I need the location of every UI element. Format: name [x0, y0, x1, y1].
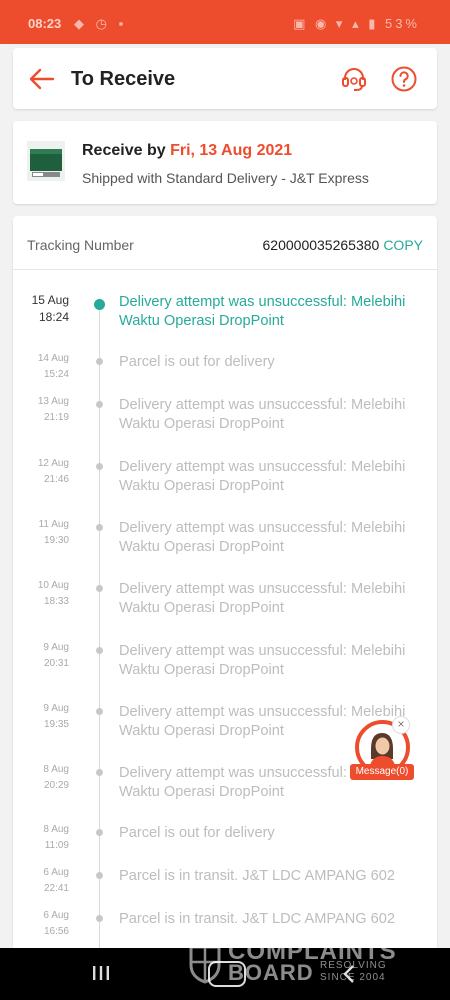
back-button[interactable] — [27, 64, 57, 94]
watermark-line2: BOARD — [228, 960, 314, 985]
event-time: 19:30 — [43, 535, 69, 546]
event-message: Parcel is in transit. J&T LDC AMPANG 602 — [119, 868, 396, 884]
event-date: 13 Aug — [37, 396, 69, 407]
headset-icon — [342, 68, 366, 91]
event-date: 9 Aug — [43, 642, 69, 653]
event-message: Parcel is out for delivery — [119, 825, 275, 841]
copy-button[interactable]: COPY — [383, 237, 423, 253]
event-message: Delivery attempt was unsuccessful: Meleb… — [119, 643, 406, 678]
timeline-line — [99, 298, 100, 958]
event-time: 20:31 — [43, 658, 69, 669]
header-bar: To Receive — [13, 48, 437, 109]
event-date: 9 Aug — [43, 703, 69, 714]
timeline-dot — [94, 299, 105, 310]
event-message: Delivery attempt was unsuccessful: Meleb… — [119, 397, 406, 432]
chat-widget[interactable]: × Message(0) — [350, 716, 420, 786]
watermark-logo: COMPLAINTS BOARD RESOLVING SINCE 2004 — [188, 938, 408, 986]
arrow-left-icon — [29, 68, 55, 90]
timeline-dot — [96, 829, 103, 836]
status-left-icons: ◆ ◷ ▪ — [74, 16, 128, 31]
timeline-dot — [96, 769, 103, 776]
timeline-dot — [96, 401, 103, 408]
event-time: 15:24 — [43, 369, 69, 380]
question-circle-icon — [391, 66, 417, 92]
timeline-dot — [96, 647, 103, 654]
recent-apps-icon[interactable] — [91, 964, 111, 982]
timeline-dot — [96, 708, 103, 715]
help-button[interactable] — [389, 64, 419, 94]
event-time: 19:35 — [43, 719, 69, 730]
event-date: 12 Aug — [37, 458, 69, 469]
timeline-dot — [96, 463, 103, 470]
event-time: 20:29 — [43, 780, 69, 791]
event-message: Delivery attempt was unsuccessful: Meleb… — [119, 459, 406, 494]
status-bar: 08:23 ◆ ◷ ▪ ▣ ◉ ▾ ▴ ▮ 53% — [0, 0, 450, 44]
tracking-number-label: Tracking Number — [27, 237, 134, 253]
event-message: Delivery attempt was unsuccessful: Meleb… — [119, 581, 406, 616]
event-time: 21:46 — [43, 474, 69, 485]
event-date: 11 Aug — [38, 519, 69, 530]
event-time: 11:09 — [44, 840, 69, 851]
delivery-info-card: Receive by Fri, 13 Aug 2021 Shipped with… — [13, 121, 437, 204]
timeline-dot — [96, 872, 103, 879]
event-time: 21:19 — [43, 412, 69, 423]
shield-logo-icon — [189, 945, 221, 984]
customer-support-button[interactable] — [339, 64, 369, 94]
shipping-method: Shipped with Standard Delivery - J&T Exp… — [82, 170, 369, 186]
tracking-number-row: 620000035265380 COPY — [263, 237, 423, 253]
package-image — [27, 141, 65, 181]
event-time: 18:33 — [43, 596, 69, 607]
divider — [13, 269, 437, 270]
event-time: 16:56 — [43, 926, 69, 937]
timeline-dot — [96, 358, 103, 365]
watermark-line4: SINCE 2004 — [320, 972, 386, 983]
chat-close-button[interactable]: × — [392, 716, 410, 734]
tracking-number: 620000035265380 — [262, 237, 380, 253]
timeline-dot — [96, 524, 103, 531]
event-date: 10 Aug — [37, 580, 69, 591]
watermark-line3: RESOLVING — [320, 960, 387, 971]
tracking-card: Tracking Number 620000035265380 COPY 15 A… — [13, 216, 437, 958]
event-message: Parcel is out for delivery — [119, 354, 275, 370]
event-time: 18:24 — [38, 310, 69, 324]
event-message: Delivery attempt was unsuccessful: Meleb… — [119, 520, 406, 555]
package-thumbnail — [27, 141, 65, 181]
receive-prefix: Receive by — [82, 142, 171, 159]
event-date: 8 Aug — [43, 764, 69, 775]
status-time: 08:23 — [28, 16, 62, 31]
message-badge[interactable]: Message(0) — [350, 764, 414, 780]
receive-date: Fri, 13 Aug 2021 — [170, 142, 293, 159]
status-right-icons: ▣ ◉ ▾ ▴ ▮ 53% — [293, 16, 420, 31]
timeline-dot — [96, 585, 103, 592]
event-message: Delivery attempt was unsuccessful: Meleb… — [119, 294, 406, 329]
event-date: 8 Aug — [43, 824, 69, 835]
event-date: 6 Aug — [43, 867, 69, 878]
event-date: 14 Aug — [37, 353, 69, 364]
event-date: 15 Aug — [31, 293, 69, 307]
event-date: 6 Aug — [43, 910, 69, 921]
event-message: Parcel is in transit. J&T LDC AMPANG 602 — [119, 911, 396, 927]
page-title: To Receive — [71, 68, 176, 90]
estimated-delivery: Receive by Fri, 13 Aug 2021 — [82, 142, 292, 160]
agent-avatar-icon — [370, 733, 395, 765]
timeline-dot — [96, 915, 103, 922]
event-time: 22:41 — [43, 883, 69, 894]
